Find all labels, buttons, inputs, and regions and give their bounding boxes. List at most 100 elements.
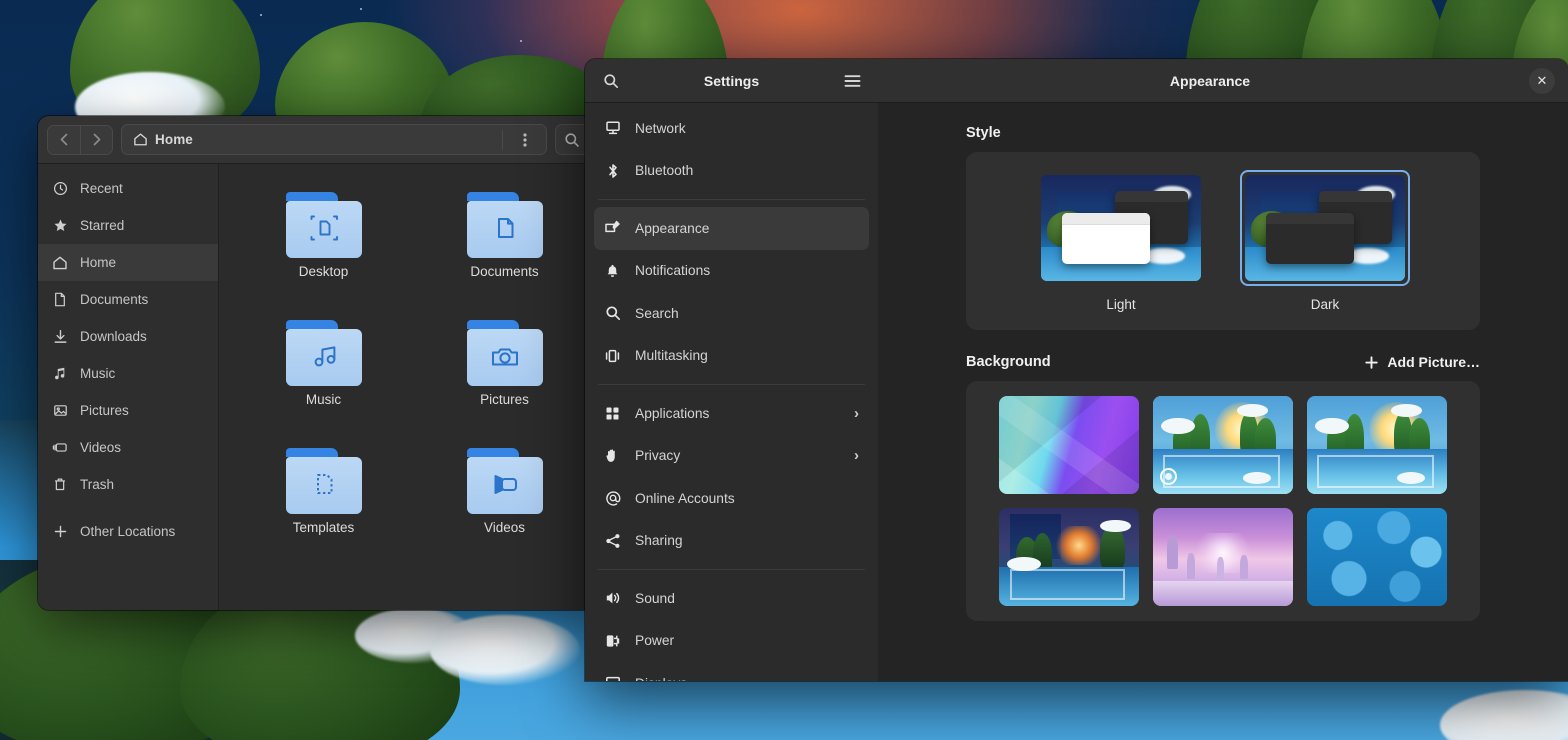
style-frame-dark[interactable] [1240,170,1410,286]
sidebar-item-applications[interactable]: Applications › [594,392,869,435]
sidebar-item-pictures[interactable]: Pictures [38,392,218,429]
background-thumb-sunset-lake-day[interactable] [1153,396,1293,494]
nav-label: Search [635,306,859,321]
search-icon[interactable] [597,67,625,95]
nav-label: Displays [635,676,859,681]
sidebar-item-other-locations[interactable]: Other Locations [38,513,218,550]
sidebar-label: Pictures [80,403,129,418]
chevron-right-icon: › [854,405,859,422]
videos-folder-icon [467,448,543,514]
file-manager-window: Home Recent [38,116,598,610]
folder-item-templates[interactable]: Templates [233,442,414,570]
home-icon [51,255,69,271]
forward-button[interactable] [80,126,112,154]
sidebar-item-power[interactable]: Power [594,620,869,663]
sidebar-item-network[interactable]: Network [594,107,869,150]
network-icon [603,120,622,136]
sidebar-item-displays[interactable]: Displays [594,662,869,681]
folder-label: Desktop [299,264,349,279]
background-thumb-purple-winter-dawn[interactable] [1153,508,1293,606]
sidebar-item-recent[interactable]: Recent [38,170,218,207]
sidebar-label: Music [80,366,115,381]
settings-sidebar-header: Settings [585,59,878,103]
nav-label: Appearance [635,221,859,236]
nav-label: Applications [635,406,841,421]
sidebar-item-bluetooth[interactable]: Bluetooth [594,150,869,193]
plus-icon [51,524,69,539]
sidebar-item-multitasking[interactable]: Multitasking [594,335,869,378]
add-picture-button[interactable]: Add Picture… [1364,354,1480,370]
chevron-right-icon: › [854,447,859,464]
sidebar-item-appearance[interactable]: Appearance [594,207,869,250]
style-frame-light[interactable] [1036,170,1206,286]
style-section-title: Style [966,125,1480,141]
sidebar-item-sound[interactable]: Sound [594,577,869,620]
navigation-buttons [47,125,113,155]
sidebar-item-trash[interactable]: Trash [38,466,218,503]
bluetooth-icon [603,163,622,179]
sidebar-item-starred[interactable]: Starred [38,207,218,244]
kebab-menu-icon[interactable] [510,126,540,154]
sidebar-item-home[interactable]: Home [38,244,218,281]
document-icon [51,292,69,307]
settings-sidebar: Settings Network Bluetooth [585,59,878,681]
background-thumb-blue-rings-pattern[interactable] [1307,508,1447,606]
hand-icon [603,448,622,464]
sidebar-label: Home [80,255,116,270]
folder-item-music[interactable]: Music [233,314,414,442]
folder-item-documents[interactable]: Documents [414,186,595,314]
sidebar-item-search[interactable]: Search [594,292,869,335]
style-option-light[interactable]: Light [1036,170,1206,312]
divider [598,384,865,385]
add-picture-label: Add Picture… [1387,354,1480,370]
hamburger-menu-icon[interactable] [838,67,866,95]
settings-panel: Appearance ✕ Style [878,59,1568,681]
nav-label: Network [635,121,859,136]
nav-label: Sound [635,591,859,606]
folder-item-desktop[interactable]: Desktop [233,186,414,314]
video-icon [51,440,69,455]
settings-nav: Network Bluetooth Appearance [585,103,878,681]
close-icon[interactable]: ✕ [1529,68,1555,94]
background-thumb-sunset-lake-night[interactable] [999,508,1139,606]
background-section-header: Background Add Picture… [966,354,1480,370]
search-icon[interactable] [555,124,589,155]
templates-folder-icon [286,448,362,514]
clock-icon [51,181,69,196]
sidebar-label: Downloads [80,329,147,344]
sidebar-label: Other Locations [80,524,175,539]
selected-badge [1160,468,1177,485]
path-bar[interactable]: Home [121,124,547,155]
folder-label: Templates [293,520,355,535]
sidebar-item-notifications[interactable]: Notifications [594,250,869,293]
sidebar-item-sharing[interactable]: Sharing [594,520,869,563]
trash-icon [51,477,69,492]
background-section-title: Background [966,354,1051,370]
background-thumb-geometric-gradient[interactable] [999,396,1139,494]
file-manager-header: Home [38,116,598,164]
folder-item-videos[interactable]: Videos [414,442,595,570]
back-button[interactable] [48,126,80,154]
divider [502,130,503,150]
pictures-folder-icon [467,320,543,386]
sidebar-item-music[interactable]: Music [38,355,218,392]
at-sign-icon [603,490,622,506]
speaker-icon [603,590,622,606]
star [260,14,262,16]
sidebar-item-documents[interactable]: Documents [38,281,218,318]
sidebar-item-online-accounts[interactable]: Online Accounts [594,477,869,520]
divider [598,569,865,570]
plus-icon [1364,355,1379,370]
background-thumb-sunset-lake-day-2[interactable] [1307,396,1447,494]
sidebar-label: Recent [80,181,123,196]
path-label: Home [155,132,193,147]
style-option-dark[interactable]: Dark [1240,170,1410,312]
sidebar-item-privacy[interactable]: Privacy › [594,435,869,478]
divider [38,503,218,513]
nav-label: Notifications [635,263,859,278]
sidebar-item-downloads[interactable]: Downloads [38,318,218,355]
style-label-dark: Dark [1311,297,1340,312]
appearance-icon [603,220,622,236]
sidebar-item-videos[interactable]: Videos [38,429,218,466]
folder-item-pictures[interactable]: Pictures [414,314,595,442]
